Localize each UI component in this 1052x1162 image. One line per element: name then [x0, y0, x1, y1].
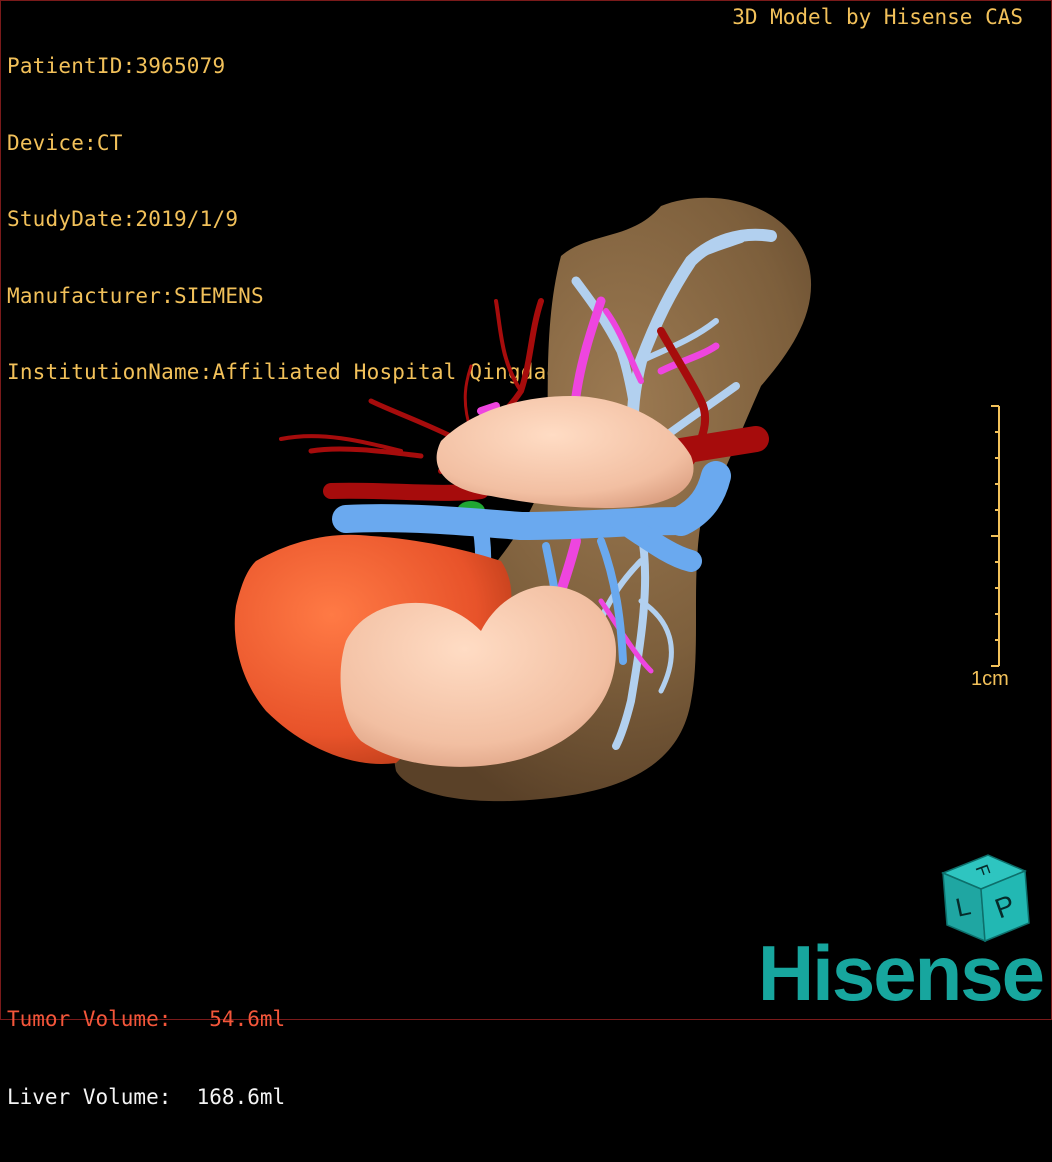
3d-viewport[interactable]: PatientID:3965079 Device:CT StudyDate:20…: [0, 0, 1052, 1109]
volume-readout: Tumor Volume: 54.6ml Liver Volume: 168.6…: [7, 954, 285, 1162]
organ-3d-model[interactable]: [1, 1, 1051, 1019]
scale-bar: [991, 405, 1000, 667]
liver-volume: Liver Volume: 168.6ml: [7, 1085, 286, 1109]
hisense-logo: Hisense: [757, 929, 1045, 1017]
scale-bar-label: 1cm: [971, 668, 1009, 690]
tumor-volume: Tumor Volume: 54.6ml: [7, 1007, 286, 1031]
